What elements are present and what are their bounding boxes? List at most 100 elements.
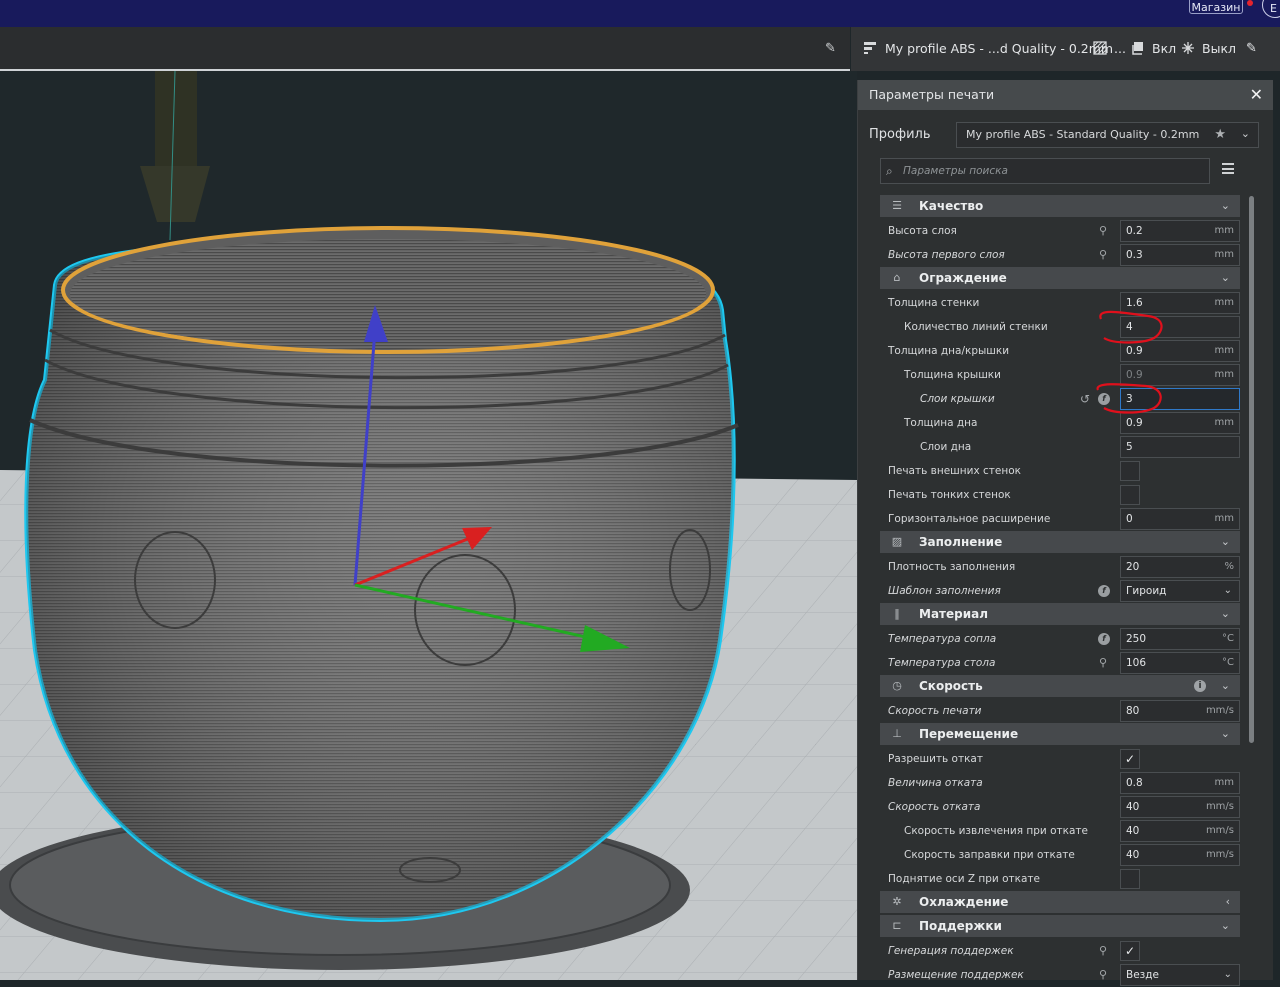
setting-retraction-distance: Величина отката 0.8 mm [880, 771, 1240, 795]
section-quality-label: Качество [919, 199, 984, 213]
edit-pencil-icon[interactable]: ✎ [825, 41, 836, 56]
section-infill[interactable]: ▨ Заполнение ⌄ [880, 531, 1240, 553]
setting-outer-walls-first: Печать внешних стенок [880, 459, 1240, 483]
support-placement-select[interactable]: Везде ⌄ [1120, 964, 1240, 986]
infill-icon [1093, 27, 1107, 71]
edit-pencil-icon[interactable]: ✎ [1246, 27, 1257, 71]
nozzle-temp-input[interactable]: 250 °C [1120, 628, 1240, 650]
field-value: 3 [1126, 393, 1133, 405]
field-value: 106 [1126, 657, 1147, 669]
support-enable-checkbox[interactable]: ✓ [1120, 941, 1140, 961]
panel-header: Параметры печати ✕ [858, 80, 1273, 110]
thin-walls-checkbox[interactable] [1120, 485, 1140, 505]
setting-label: Поднятие оси Z при откате [888, 873, 1040, 885]
section-quality[interactable]: ☰ Качество ⌄ [880, 195, 1240, 217]
chevron-down-icon: ⌄ [1220, 727, 1230, 740]
panel-title: Параметры печати [869, 87, 995, 102]
settings-menu-icon[interactable] [1222, 163, 1234, 174]
infill-summary-value: ... [1114, 41, 1126, 56]
close-icon[interactable]: ✕ [1250, 80, 1263, 110]
info-icon[interactable]: i [1194, 680, 1206, 692]
model-scene[interactable] [0, 71, 857, 980]
3d-viewport[interactable] [0, 71, 857, 980]
section-travel[interactable]: ⊥ Перемещение ⌄ [880, 723, 1240, 745]
account-button[interactable]: E [1262, 0, 1280, 18]
setting-label: Слои дна [920, 441, 972, 453]
setting-wall-thickness: Толщина стенки 1.6 mm [880, 291, 1240, 315]
field-unit: mm/s [1205, 825, 1234, 836]
section-speed[interactable]: ◷ Скорость i ⌄ [880, 675, 1240, 697]
retraction-prime-speed-input[interactable]: 40 mm/s [1120, 844, 1240, 866]
layer-height-input[interactable]: 0.2 mm [1120, 220, 1240, 242]
top-thickness-input[interactable]: 0.9 mm [1120, 364, 1240, 386]
bottom-thickness-input[interactable]: 0.9 mm [1120, 412, 1240, 434]
section-speed-label: Скорость [919, 679, 983, 693]
field-unit: mm/s [1205, 801, 1234, 812]
section-walls[interactable]: ⌂ Ограждение ⌄ [880, 267, 1240, 289]
outer-walls-first-checkbox[interactable] [1120, 461, 1140, 481]
printer-header-bar: ✎ [0, 27, 850, 71]
fan-icon: ✲ [892, 895, 902, 908]
initial-layer-height-input[interactable]: 0.3 mm [1120, 244, 1240, 266]
setting-label: Слои крышки [920, 393, 995, 405]
field-value: 0.9 [1126, 369, 1143, 381]
top-layers-input[interactable]: 3 [1120, 388, 1240, 410]
bed-temp-input[interactable]: 106 °C [1120, 652, 1240, 674]
link-icon: ⚲ [1099, 248, 1108, 261]
setting-label: Толщина дна/крышки [888, 345, 1010, 357]
chevron-down-icon: ⌄ [1220, 271, 1230, 284]
profile-select[interactable]: My profile ABS - Standard Quality - 0.2m… [956, 122, 1259, 148]
setting-horizontal-expansion: Горизонтальное расширение 0 mm [880, 507, 1240, 531]
setting-label: Высота слоя [888, 225, 957, 237]
setting-bottom-thickness: Толщина дна 0.9 mm [880, 411, 1240, 435]
setting-thin-walls: Печать тонких стенок [880, 483, 1240, 507]
chevron-down-icon: ⌄ [1240, 127, 1250, 140]
horizontal-expansion-input[interactable]: 0 mm [1120, 508, 1240, 530]
search-input[interactable]: ⌕ Параметры поиска [880, 158, 1210, 184]
field-value: 4 [1126, 321, 1133, 333]
search-placeholder: Параметры поиска [903, 165, 1008, 177]
field-value: 0.9 [1126, 345, 1143, 357]
bottom-layers-input[interactable]: 5 [1120, 436, 1240, 458]
wall-line-count-input[interactable]: 4 [1120, 316, 1240, 338]
support-icon [1131, 27, 1145, 71]
retraction-speed-input[interactable]: 40 mm/s [1120, 796, 1240, 818]
profile-summary-label[interactable]: My profile ABS - ...d Quality - 0.2mm [885, 27, 1113, 71]
setting-label: Скорость отката [888, 801, 981, 813]
section-infill-label: Заполнение [919, 535, 1003, 549]
field-unit: mm [1214, 777, 1234, 788]
setting-top-layers: Слои крышки ↺ f 3 [880, 387, 1240, 411]
field-value: 0.2 [1126, 225, 1143, 237]
star-icon[interactable]: ★ [1214, 123, 1226, 147]
retraction-distance-input[interactable]: 0.8 mm [1120, 772, 1240, 794]
print-speed-input[interactable]: 80 mm/s [1120, 700, 1240, 722]
field-value: 40 [1126, 825, 1140, 837]
chevron-down-icon: ⌄ [1220, 919, 1230, 932]
setting-bottom-layers: Слои дна 5 [880, 435, 1240, 459]
settings-scrollbar[interactable] [1249, 196, 1254, 743]
field-unit: mm [1214, 225, 1234, 236]
retraction-retract-speed-input[interactable]: 40 mm/s [1120, 820, 1240, 842]
retraction-enable-checkbox[interactable]: ✓ [1120, 749, 1140, 769]
profile-select-value: My profile ABS - Standard Quality - 0.2m… [966, 128, 1200, 141]
z-hop-checkbox[interactable] [1120, 869, 1140, 889]
section-cooling[interactable]: ✲ Охлаждение ‹ [880, 891, 1240, 913]
setting-label: Толщина дна [904, 417, 978, 429]
field-unit: mm [1214, 369, 1234, 380]
function-icon: f [1098, 393, 1110, 405]
field-unit: mm [1214, 513, 1234, 524]
field-value: 20 [1126, 561, 1140, 573]
section-material[interactable]: ‖ Материал ⌄ [880, 603, 1240, 625]
infill-density-input[interactable]: 20% [1120, 556, 1240, 578]
print-settings-summary-bar[interactable]: My profile ABS - ...d Quality - 0.2mm ..… [851, 27, 1280, 71]
wall-thickness-input[interactable]: 1.6 mm [1120, 292, 1240, 314]
field-unit: mm/s [1205, 705, 1234, 716]
setting-z-hop: Поднятие оси Z при откате [880, 867, 1240, 891]
setting-label: Скорость извлечения при откате [904, 825, 1088, 837]
reset-icon[interactable]: ↺ [1080, 387, 1090, 411]
top-bottom-thickness-input[interactable]: 0.9 mm [1120, 340, 1240, 362]
section-support[interactable]: ⊏ Поддержки ⌄ [880, 915, 1240, 937]
marketplace-button[interactable]: Магазин [1189, 0, 1243, 14]
infill-pattern-select[interactable]: Гироид ⌄ [1120, 580, 1240, 602]
setting-wall-line-count: Количество линий стенки 4 [880, 315, 1240, 339]
